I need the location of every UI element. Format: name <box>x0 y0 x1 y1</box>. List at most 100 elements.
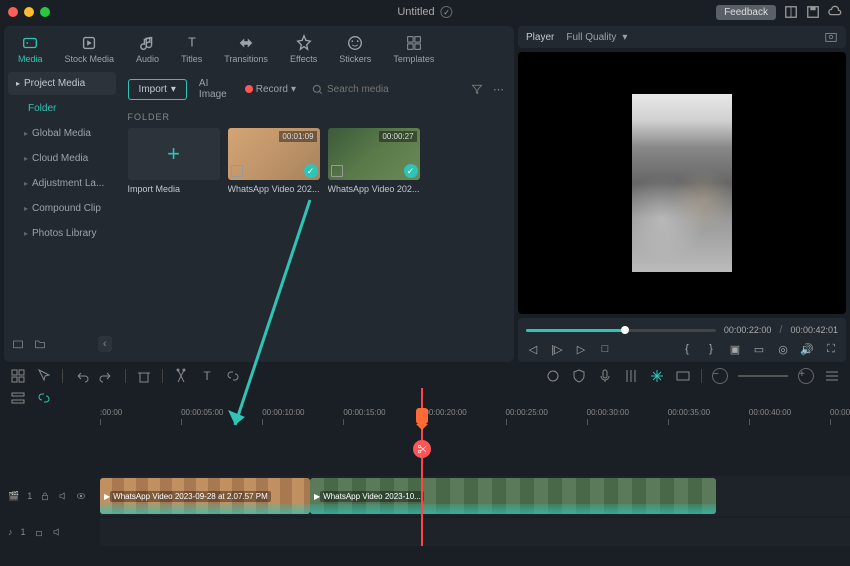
folder-icon[interactable] <box>34 338 46 350</box>
link-icon[interactable] <box>225 368 241 384</box>
track-options-icon[interactable] <box>10 390 26 406</box>
marker-icon[interactable] <box>545 368 561 384</box>
import-media-card[interactable]: + Import Media <box>128 128 220 194</box>
step-back-button[interactable]: |▷ <box>550 342 564 356</box>
mic-icon[interactable] <box>597 368 613 384</box>
sidebar-adjustment-layer[interactable]: Adjustment La... <box>8 172 116 195</box>
filter-icon[interactable] <box>469 81 485 97</box>
quality-value: Full Quality <box>566 32 616 43</box>
sidebar-cloud-media[interactable]: Cloud Media <box>8 147 116 170</box>
folder-header: FOLDER <box>128 112 506 122</box>
render-icon[interactable] <box>675 368 691 384</box>
sync-icon[interactable]: ✓ <box>441 6 453 18</box>
ai-image-button[interactable]: AI Image <box>193 74 233 104</box>
media-clip-2[interactable]: 00:00:27 ✓ WhatsApp Video 202... <box>328 128 420 194</box>
timeline-clip-1[interactable]: ▶ WhatsApp Video 2023-09-28 at 2.07.57 P… <box>100 478 310 514</box>
tab-templates[interactable]: Templates <box>389 32 438 66</box>
display-icon[interactable]: ▭ <box>752 342 766 356</box>
tab-effects[interactable]: Effects <box>286 32 321 66</box>
tab-label: Templates <box>393 54 434 64</box>
zoom-out-button[interactable]: − <box>712 368 728 384</box>
zoom-in-button[interactable]: + <box>798 368 814 384</box>
timeline-ruler[interactable]: :00:0000:00:05:0000:00:10:0000:00:15:000… <box>100 408 850 434</box>
mixer-icon[interactable] <box>623 368 639 384</box>
prev-frame-button[interactable]: ◁ <box>526 342 540 356</box>
cursor-icon[interactable] <box>36 368 52 384</box>
sidebar-compound-clip[interactable]: Compound Clip <box>8 197 116 220</box>
play-button[interactable]: ▷ <box>574 342 588 356</box>
playhead[interactable] <box>416 408 428 424</box>
crop-icon[interactable]: ▣ <box>728 342 742 356</box>
scrubber[interactable] <box>526 329 716 332</box>
cut-marker[interactable] <box>413 440 431 458</box>
ruler-tick: 00:00:45:00 <box>830 408 850 425</box>
titlebar: Untitled ✓ Feedback <box>0 0 850 24</box>
record-button[interactable]: Record ▾ <box>239 80 302 99</box>
ruler-tick: 00:00:35:00 <box>668 408 710 425</box>
sidebar-global-media[interactable]: Global Media <box>8 122 116 145</box>
search-box[interactable] <box>308 80 463 99</box>
volume-icon[interactable]: 🔊 <box>800 342 814 356</box>
delete-icon[interactable] <box>136 368 152 384</box>
sidebar-folder[interactable]: Folder <box>8 97 116 120</box>
audio-track-body[interactable] <box>100 518 850 546</box>
audio-waveform <box>100 504 310 514</box>
preview-viewport[interactable] <box>518 52 846 314</box>
search-input[interactable] <box>327 84 459 95</box>
lock-icon[interactable] <box>40 491 50 501</box>
timeline-clip-2[interactable]: ▶ WhatsApp Video 2023-10... <box>310 478 716 514</box>
video-track-body[interactable]: ▶ WhatsApp Video 2023-09-28 at 2.07.57 P… <box>100 476 850 516</box>
maximize-window[interactable] <box>40 7 50 17</box>
mute-icon[interactable] <box>58 491 68 501</box>
ruler-tick: 00:00:40:00 <box>749 408 791 425</box>
chevron-down-icon: ▾ <box>171 84 176 95</box>
camera-icon[interactable]: ◎ <box>776 342 790 356</box>
more-icon[interactable]: ⋯ <box>491 81 506 98</box>
lock-icon[interactable] <box>34 527 44 537</box>
mark-in-button[interactable]: { <box>680 342 694 356</box>
tab-label: Stickers <box>339 54 371 64</box>
new-folder-icon[interactable] <box>12 338 24 350</box>
visibility-icon[interactable] <box>76 491 86 501</box>
split-icon[interactable] <box>173 368 189 384</box>
audio-track-head: ♪ 1 <box>0 518 100 546</box>
redo-icon[interactable] <box>99 368 115 384</box>
tab-stickers[interactable]: Stickers <box>335 32 375 66</box>
text-tool-icon[interactable]: T <box>199 368 215 384</box>
view-options-icon[interactable] <box>824 368 840 384</box>
sidebar-project-media[interactable]: Project Media <box>8 72 116 95</box>
tab-titles[interactable]: T Titles <box>177 32 206 66</box>
source-tabs: Media Stock Media Audio T Titles Transit… <box>4 26 514 68</box>
tab-media[interactable]: Media <box>14 32 47 66</box>
chain-icon[interactable] <box>36 390 52 406</box>
media-clip-1[interactable]: 00:01:09 ✓ WhatsApp Video 202... <box>228 128 320 194</box>
undo-icon[interactable] <box>73 368 89 384</box>
sidebar-photos-library[interactable]: Photos Library <box>8 222 116 245</box>
stop-button[interactable]: □ <box>598 342 612 356</box>
tab-label: Audio <box>136 54 159 64</box>
feedback-button[interactable]: Feedback <box>716 5 776 20</box>
shield-icon[interactable] <box>571 368 587 384</box>
close-window[interactable] <box>8 7 18 17</box>
fullscreen-icon[interactable]: ⛶ <box>824 342 838 356</box>
save-icon[interactable] <box>806 5 820 19</box>
layout-icon[interactable] <box>784 5 798 19</box>
tab-stock-media[interactable]: Stock Media <box>61 32 119 66</box>
collapse-sidebar[interactable]: ‹ <box>98 336 112 352</box>
snapshot-icon[interactable] <box>824 30 838 44</box>
tab-audio[interactable]: Audio <box>132 32 163 66</box>
cloud-icon[interactable] <box>828 5 842 19</box>
magnet-icon[interactable] <box>10 368 26 384</box>
zoom-slider[interactable] <box>738 375 788 377</box>
import-button[interactable]: Import ▾ <box>128 79 187 100</box>
quality-select[interactable]: Full Quality ▾ <box>566 32 627 43</box>
effects-icon[interactable] <box>649 368 665 384</box>
current-time: 00:00:22:00 <box>724 325 772 335</box>
mark-out-button[interactable]: } <box>704 342 718 356</box>
mute-icon[interactable] <box>52 527 62 537</box>
record-label: Record <box>256 84 288 95</box>
minimize-window[interactable] <box>24 7 34 17</box>
tab-transitions[interactable]: Transitions <box>220 32 272 66</box>
scrubber-thumb[interactable] <box>621 326 629 334</box>
clip-type-icon <box>331 165 343 177</box>
